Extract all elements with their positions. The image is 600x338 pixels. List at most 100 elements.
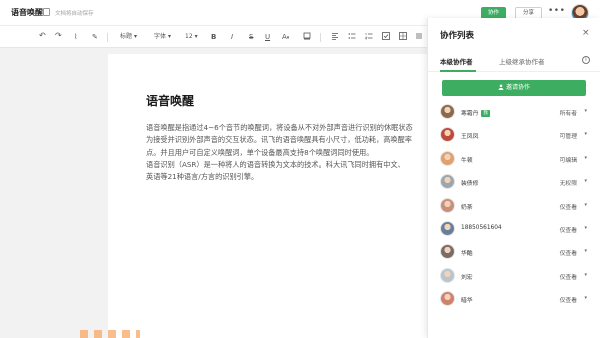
permission-select[interactable]: 可编辑 bbox=[560, 155, 577, 164]
highlight-icon[interactable] bbox=[303, 32, 311, 44]
self-badge: 我 bbox=[481, 110, 490, 117]
collaborator-row[interactable]: 王凤凤 可管理 ▾ bbox=[428, 125, 600, 147]
chevron-down-icon[interactable]: ▾ bbox=[584, 272, 587, 278]
avatar bbox=[440, 267, 455, 283]
avatar bbox=[440, 244, 455, 260]
permission-select[interactable]: 仅查看 bbox=[560, 202, 577, 211]
toolbar-divider bbox=[320, 33, 321, 42]
format-painter-icon[interactable]: ⌇ bbox=[74, 32, 77, 42]
permission-select[interactable]: 仅查看 bbox=[560, 225, 577, 234]
heading-select[interactable]: 标题 ▾ bbox=[120, 32, 137, 42]
bold-icon[interactable]: B bbox=[211, 32, 216, 42]
collaborator-name: 18850561604 bbox=[461, 225, 502, 231]
format-toolbar: ↶ ↷ ⌇ ✎ 标题 ▾ 字体 ▾ 12 ▾ B I S U A▾ bbox=[0, 26, 427, 48]
chevron-down-icon: ▾ bbox=[194, 33, 198, 40]
document-title[interactable]: 语音唤醒 bbox=[146, 92, 194, 109]
collaborator-name: 牛顿 bbox=[461, 155, 473, 164]
text-color-icon[interactable]: A▾ bbox=[282, 32, 289, 43]
heading-select-label: 标题 bbox=[120, 33, 133, 40]
collaborator-name: 装债修 bbox=[461, 178, 478, 187]
invite-label: 邀请协作 bbox=[505, 84, 530, 91]
permission-select[interactable]: 仅查看 bbox=[560, 248, 577, 257]
avatar bbox=[440, 127, 455, 143]
underline-icon[interactable]: U bbox=[265, 32, 270, 42]
doc-title[interactable]: 语音唤醒 bbox=[11, 7, 43, 18]
align-left-icon[interactable] bbox=[331, 32, 339, 44]
avatar bbox=[440, 221, 455, 236]
chevron-down-icon[interactable]: ▾ bbox=[584, 295, 587, 301]
collaborator-name-text: 18850561604 bbox=[461, 225, 502, 231]
collaborator-name-text: 装债修 bbox=[461, 181, 479, 188]
permission-select[interactable]: 仅查看 bbox=[560, 295, 577, 304]
collaborator-name: 刘宏 bbox=[461, 272, 473, 281]
collaborator-row[interactable]: 18850561604 仅查看 ▾ bbox=[428, 219, 600, 241]
document-page[interactable]: 语音唤醒 语音唤醒是指通过4~6个音节的唤醒词，将设备从不对外部声音进行识别的休… bbox=[108, 54, 427, 338]
chevron-down-icon[interactable]: ▾ bbox=[584, 202, 587, 208]
collaborator-row[interactable]: 刘宏 仅查看 ▾ bbox=[428, 266, 600, 288]
collaborator-name-text: 奶茶 bbox=[461, 204, 473, 211]
save-status: 文档将自动保存 bbox=[55, 10, 94, 17]
body-line: 语音识别（ASR）是一种将人的语音转换为文本的技术。科大讯飞同时拥有中文、 bbox=[146, 159, 405, 169]
tab-direct-collaborators[interactable]: 本级协作者 bbox=[440, 56, 473, 66]
body-line: 英语等21种语言/方言的识别引擎。 bbox=[146, 172, 259, 182]
permission-select[interactable]: 所有者 bbox=[560, 108, 577, 117]
chevron-down-icon: ▾ bbox=[286, 35, 290, 41]
font-select-label: 字体 bbox=[154, 33, 167, 40]
toolbar-divider bbox=[107, 33, 108, 42]
collaborator-name-text: 王凤凤 bbox=[461, 134, 479, 141]
document-body[interactable]: 语音唤醒是指通过4~6个音节的唤醒词，将设备从不对外部声音进行识别的休眠状态 为… bbox=[146, 122, 413, 183]
undo-icon[interactable]: ↶ bbox=[39, 31, 46, 41]
checklist-icon[interactable] bbox=[382, 32, 390, 44]
permission-select[interactable]: 仅查看 bbox=[560, 272, 577, 281]
chevron-down-icon[interactable]: ▾ bbox=[584, 248, 587, 254]
decorative-mark bbox=[80, 330, 140, 338]
chevron-down-icon: ▾ bbox=[167, 33, 171, 40]
body-line: 为接受并识别外部声音的交互状态。讯飞的语音唤醒具有小尺寸，低功耗，高唤醒率 bbox=[146, 135, 412, 145]
person-icon bbox=[498, 84, 504, 90]
body-line: 语音唤醒是指通过4~6个音节的唤醒词，将设备从不对外部声音进行识别的休眠状态 bbox=[146, 123, 413, 132]
collaborator-row[interactable]: 暗华 仅查看 ▾ bbox=[428, 289, 600, 311]
italic-icon[interactable]: I bbox=[231, 32, 233, 42]
collaborator-row[interactable]: 装债修 无权限 ▾ bbox=[428, 172, 600, 194]
bullet-list-icon[interactable] bbox=[348, 32, 356, 44]
collaborator-row[interactable]: 奶茶 仅查看 ▾ bbox=[428, 196, 600, 218]
collaborator-name-text: 寒霜丹 bbox=[461, 111, 479, 117]
numbered-list-icon[interactable] bbox=[365, 32, 373, 44]
collaborator-name: 寒霜丹我 bbox=[461, 108, 490, 117]
panel-title: 协作列表 bbox=[440, 31, 475, 41]
more-options-icon[interactable]: ••• bbox=[548, 6, 565, 16]
collaborator-name: 华酷 bbox=[461, 248, 473, 257]
redo-icon[interactable]: ↷ bbox=[55, 31, 62, 41]
collaborator-row[interactable]: 牛顿 可编辑 ▾ bbox=[428, 149, 600, 171]
font-select[interactable]: 字体 ▾ bbox=[154, 32, 171, 42]
collaborator-name: 王凤凤 bbox=[461, 131, 478, 140]
chevron-down-icon[interactable]: ▾ bbox=[584, 108, 587, 114]
permission-select[interactable]: 可管理 bbox=[560, 131, 577, 140]
font-size-select[interactable]: 12 ▾ bbox=[185, 32, 198, 42]
collaborator-name-text: 刘宏 bbox=[461, 274, 473, 281]
collaborator-row[interactable]: 华酷 仅查看 ▾ bbox=[428, 242, 600, 264]
table-icon[interactable] bbox=[399, 32, 407, 44]
chevron-down-icon[interactable]: ▾ bbox=[584, 131, 587, 137]
permission-select[interactable]: 无权限 bbox=[560, 178, 577, 187]
close-icon[interactable]: × bbox=[582, 28, 590, 38]
save-status-icon bbox=[43, 8, 50, 16]
chevron-down-icon[interactable]: ▾ bbox=[584, 225, 587, 231]
collaborator-name-text: 牛顿 bbox=[461, 157, 473, 164]
avatar bbox=[440, 174, 455, 190]
strikethrough-icon[interactable]: S bbox=[249, 32, 253, 42]
clear-format-icon[interactable]: ✎ bbox=[92, 32, 98, 42]
avatar bbox=[440, 291, 455, 307]
collaborator-name: 暗华 bbox=[461, 295, 473, 304]
font-size-value: 12 bbox=[185, 33, 193, 40]
info-icon[interactable]: i bbox=[582, 56, 590, 64]
invite-collaborator-button[interactable]: 邀请协作 bbox=[442, 80, 586, 96]
chevron-down-icon[interactable]: ▾ bbox=[584, 178, 587, 184]
collaborator-row[interactable]: 寒霜丹我 所有者 ▾ bbox=[428, 102, 600, 124]
avatar bbox=[440, 197, 455, 213]
tab-inherited-collaborators[interactable]: 上级继承协作者 bbox=[499, 56, 545, 66]
collaborator-panel: 协作列表 × 本级协作者 上级继承协作者 i 邀请协作 寒霜丹我所有者 ▾ 王凤凤可… bbox=[427, 18, 600, 338]
chevron-down-icon[interactable]: ▾ bbox=[584, 155, 587, 161]
more-tools-icon[interactable] bbox=[415, 32, 423, 44]
avatar bbox=[440, 104, 455, 119]
